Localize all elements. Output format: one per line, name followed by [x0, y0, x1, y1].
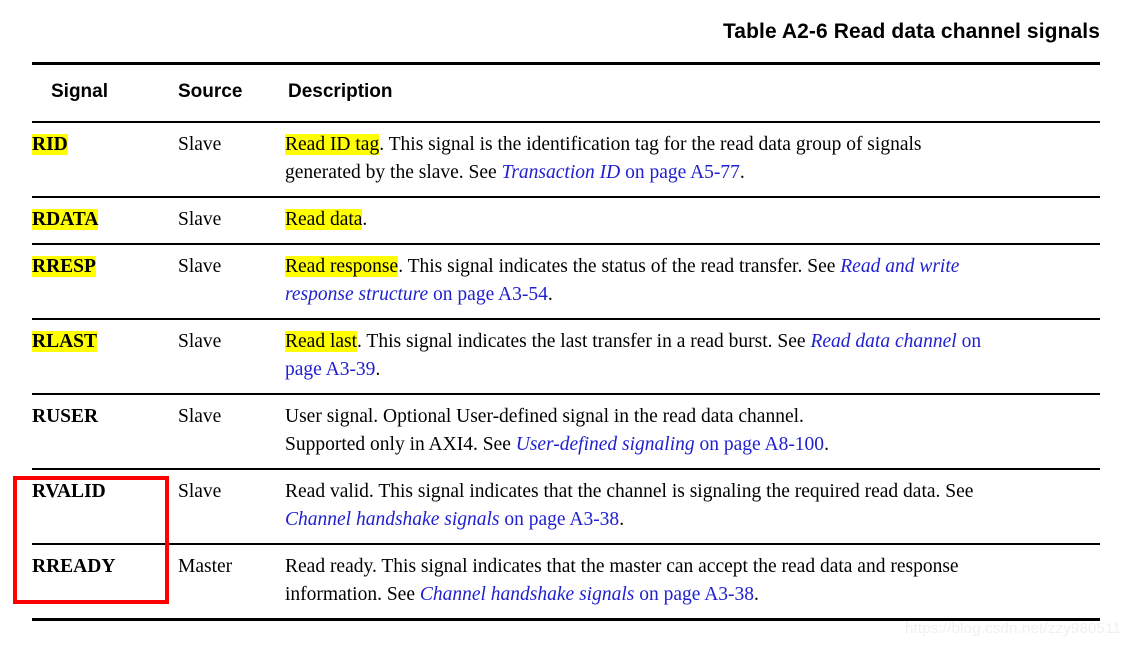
description-text: . [619, 509, 625, 530]
signal-name-rlast: RLAST [32, 331, 98, 352]
signal-name-cell: RID [32, 122, 178, 198]
description-line: Read data. [285, 206, 1100, 234]
cross-reference-link[interactable]: Read and write [840, 256, 959, 277]
signal-name-rdata: RDATA [32, 209, 99, 230]
signal-name-ruser: RUSER [32, 406, 99, 427]
cross-reference-page: on [956, 331, 982, 352]
signal-description-cell: Read ID tag. This signal is the identifi… [285, 122, 1100, 198]
signal-name-cell: RDATA [32, 197, 178, 245]
signal-name-rvalid: RVALID [32, 481, 106, 502]
column-header-source: Source [178, 62, 285, 123]
column-header-description: Description [285, 62, 1100, 123]
table-header-row: Signal Source Description [32, 62, 1100, 123]
read-data-channel-signals-table: Signal Source Description RID Slave Read… [32, 62, 1100, 621]
description-line: Read response. This signal indicates the… [285, 253, 1100, 281]
cross-reference-link[interactable]: Read data channel [810, 331, 956, 352]
description-line: Read ID tag. This signal is the identifi… [285, 131, 1100, 159]
table-row: RID Slave Read ID tag. This signal is th… [32, 122, 1100, 198]
cross-reference-link[interactable]: Transaction ID [502, 162, 621, 183]
signal-name-rresp: RRESP [32, 256, 96, 277]
description-text: Read ready. This signal indicates that t… [285, 556, 959, 577]
signal-name-rid: RID [32, 134, 68, 155]
description-text: . This signal indicates the last transfe… [357, 331, 811, 352]
cross-reference-page: on page A3-38 [634, 584, 755, 605]
signal-source-cell: Slave [178, 319, 285, 395]
description-text: . [824, 434, 829, 455]
signal-description-cell: Read ready. This signal indicates that t… [285, 544, 1100, 621]
description-line: Read valid. This signal indicates that t… [285, 478, 1100, 506]
description-line: Read ready. This signal indicates that t… [285, 553, 1100, 581]
highlighted-term: Read last [285, 331, 358, 352]
description-text: information. See [285, 584, 420, 605]
description-text: Read valid. This signal indicates that t… [285, 481, 974, 502]
table-row: RRESP Slave Read response. This signal i… [32, 244, 1100, 320]
description-line: User signal. Optional User-defined signa… [285, 403, 1100, 431]
table-header: Signal Source Description [32, 62, 1100, 123]
cross-reference-page: on page A3-54 [428, 284, 548, 305]
description-text: . [754, 584, 759, 605]
cross-reference-page: on page A8-100 [694, 434, 825, 455]
signal-source-cell: Slave [178, 122, 285, 198]
cross-reference-page: on page A3-38 [499, 509, 620, 530]
description-text: . This signal indicates the status of th… [398, 256, 841, 277]
signal-description-cell: Read valid. This signal indicates that t… [285, 469, 1100, 545]
description-text: . This signal is the identification tag … [379, 134, 922, 155]
table-body: RID Slave Read ID tag. This signal is th… [32, 122, 1100, 621]
highlighted-term: Read data [285, 209, 363, 230]
signal-description-cell: Read last. This signal indicates the las… [285, 319, 1100, 395]
cross-reference-link[interactable]: User-defined signaling [516, 434, 695, 455]
signal-source-cell: Slave [178, 469, 285, 545]
signal-source-cell: Master [178, 544, 285, 621]
cross-reference-link[interactable]: response structure [285, 284, 428, 305]
column-header-signal: Signal [32, 62, 178, 123]
description-line: Read last. This signal indicates the las… [285, 328, 1100, 356]
table-caption: Table A2-6 Read data channel signals [722, 20, 1100, 43]
table-row: RVALID Slave Read valid. This signal ind… [32, 469, 1100, 545]
description-line: page A3-39. [285, 356, 1100, 384]
description-line: generated by the slave. See Transaction … [285, 159, 1100, 187]
description-text: . [362, 209, 368, 230]
description-line: Supported only in AXI4. See User-defined… [285, 431, 1100, 459]
watermark-text: https://blog.csdn.net/zzy980511 [905, 620, 1122, 637]
signal-source-cell: Slave [178, 197, 285, 245]
signal-name-cell: RRESP [32, 244, 178, 320]
signal-name-cell: RUSER [32, 394, 178, 470]
signal-description-cell: User signal. Optional User-defined signa… [285, 394, 1100, 470]
description-text: generated by the slave. See [285, 162, 502, 183]
description-line: information. See Channel handshake signa… [285, 581, 1100, 609]
description-line: Channel handshake signals on page A3-38. [285, 506, 1100, 534]
cross-reference-link[interactable]: Channel handshake signals [285, 509, 500, 530]
signal-source-cell: Slave [178, 394, 285, 470]
signal-description-cell: Read data. [285, 197, 1100, 245]
table-row: RUSER Slave User signal. Optional User-d… [32, 394, 1100, 470]
description-text: . [375, 359, 381, 380]
table-row: RDATA Slave Read data. [32, 197, 1100, 245]
table-row: RLAST Slave Read last. This signal indic… [32, 319, 1100, 395]
description-text: . [739, 162, 745, 183]
description-text: . [547, 284, 553, 305]
signal-description-cell: Read response. This signal indicates the… [285, 244, 1100, 320]
description-text: Supported only in AXI4. See [285, 434, 516, 455]
signal-name-cell: RVALID [32, 469, 178, 545]
signal-name-cell: RLAST [32, 319, 178, 395]
signal-name-rready: RREADY [32, 556, 116, 577]
cross-reference-page: on page A5-77 [620, 162, 740, 183]
highlighted-term: Read ID tag [285, 134, 380, 155]
highlighted-term: Read response [285, 256, 399, 277]
signal-source-cell: Slave [178, 244, 285, 320]
cross-reference-link[interactable]: Channel handshake signals [420, 584, 635, 605]
description-text: User signal. Optional User-defined signa… [285, 406, 804, 427]
signal-name-cell: RREADY [32, 544, 178, 621]
description-line: response structure on page A3-54. [285, 281, 1100, 309]
table-row: RREADY Master Read ready. This signal in… [32, 544, 1100, 621]
cross-reference-page: page A3-39 [285, 359, 376, 380]
